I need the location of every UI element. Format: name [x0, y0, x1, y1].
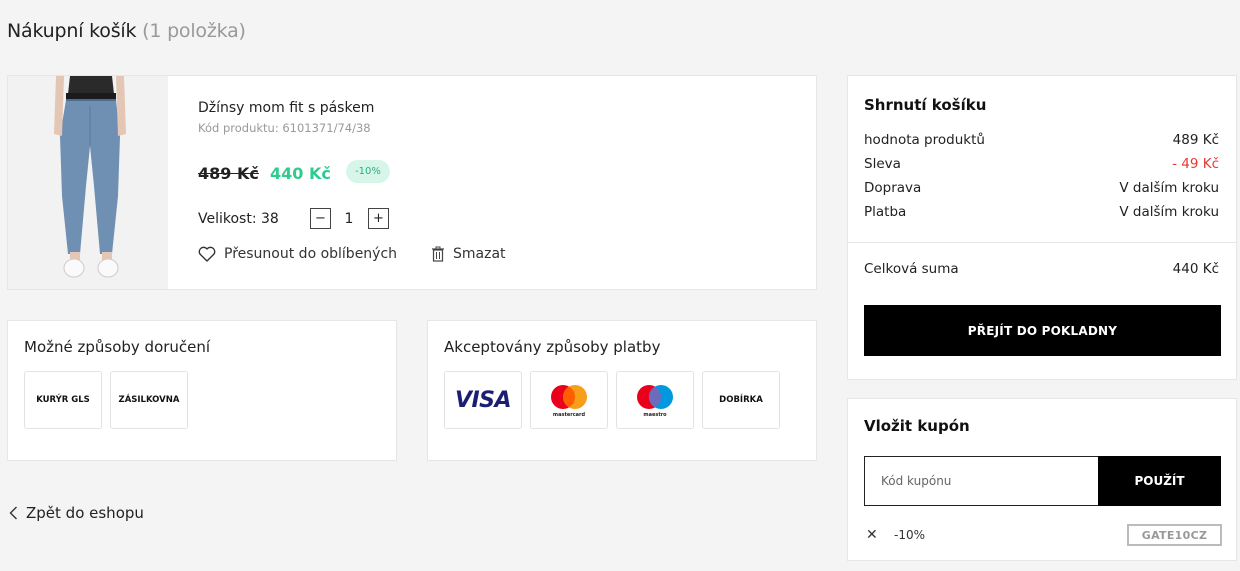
delivery-option-zasilkovna: ZÁSILKOVNA: [110, 371, 188, 429]
coupon-panel: Vložit kupón POUŽÍT ✕ -10% GATE10CZ: [847, 398, 1237, 561]
summary-label: Sleva: [864, 156, 901, 172]
summary-row-total: Celková suma 440 Kč: [864, 261, 1219, 277]
cart-title: Nákupní košík: [7, 20, 137, 42]
divider: [848, 242, 1236, 243]
back-to-shop-label: Zpět do eshopu: [26, 504, 144, 522]
original-price: 489 Kč: [198, 164, 259, 183]
summary-value: V dalším kroku: [1119, 180, 1219, 196]
back-to-shop-link[interactable]: Zpět do eshopu: [9, 504, 144, 522]
move-to-favorites-label: Přesunout do oblíbených: [224, 246, 398, 262]
applied-coupon-code: GATE10CZ: [1127, 524, 1222, 546]
quantity-increase-button[interactable]: +: [368, 208, 389, 229]
summary-row-products: hodnota produktů 489 Kč: [864, 132, 1219, 148]
cart-item-count: (1 položka): [142, 20, 246, 42]
summary-label: Platba: [864, 204, 907, 220]
move-to-favorites-button[interactable]: Přesunout do oblíbených: [198, 246, 397, 262]
product-code: Kód produktu: 6101371/74/38: [198, 121, 371, 135]
delivery-methods-panel: Možné způsoby doručení KURÝR GLS ZÁSILKO…: [7, 320, 397, 461]
summary-value: V dalším kroku: [1119, 204, 1219, 220]
discounted-price: 440 Kč: [270, 164, 331, 183]
chevron-left-icon: [9, 506, 17, 520]
delivery-methods-title: Možné způsoby doručení: [24, 338, 211, 356]
mastercard-logo: mastercard: [530, 371, 608, 429]
coupon-title: Vložit kupón: [864, 417, 970, 435]
cart-summary-title: Shrnutí košíku: [864, 96, 987, 114]
summary-label: Doprava: [864, 180, 922, 196]
heart-icon: [198, 246, 216, 262]
delete-item-button[interactable]: Smazat: [431, 246, 506, 262]
checkout-button[interactable]: PŘEJÍT DO POKLADNY: [864, 305, 1221, 356]
payment-methods-title: Akceptovány způsoby platby: [444, 338, 661, 356]
summary-row-discount: Sleva - 49 Kč: [864, 156, 1219, 172]
maestro-logo: maestro: [616, 371, 694, 429]
summary-label: hodnota produktů: [864, 132, 985, 148]
cash-on-delivery-badge: DOBÍRKA: [702, 371, 780, 429]
quantity-decrease-button[interactable]: −: [310, 208, 331, 229]
quantity-value: 1: [344, 211, 354, 227]
discount-badge: -10%: [346, 160, 390, 183]
maestro-text: maestro: [643, 412, 667, 418]
visa-logo: VISA: [444, 371, 522, 429]
mastercard-text: mastercard: [553, 412, 586, 418]
summary-row-shipping: Doprava V dalším kroku: [864, 180, 1219, 196]
cart-summary-panel: Shrnutí košíku hodnota produktů 489 Kč S…: [847, 75, 1237, 380]
product-name[interactable]: Džínsy mom fit s páskem: [198, 100, 374, 116]
applied-coupon-discount: -10%: [894, 528, 926, 542]
delete-label: Smazat: [453, 246, 506, 262]
delivery-option-gls: KURÝR GLS: [24, 371, 102, 429]
payment-methods-panel: Akceptovány způsoby platby VISA masterca…: [427, 320, 817, 461]
cart-item: Džínsy mom fit s páskem Kód produktu: 61…: [7, 75, 817, 290]
total-value: 440 Kč: [1172, 261, 1219, 277]
total-label: Celková suma: [864, 261, 959, 277]
size-label: Velikost: 38: [198, 211, 279, 227]
coupon-code-input[interactable]: [864, 456, 1099, 506]
visa-logo-label: VISA: [454, 387, 512, 413]
page-title: Nákupní košík (1 položka): [7, 20, 246, 42]
trash-icon: [432, 246, 444, 262]
apply-coupon-button[interactable]: POUŽÍT: [1098, 456, 1221, 506]
summary-row-payment: Platba V dalším kroku: [864, 204, 1219, 220]
summary-value: 489 Kč: [1172, 132, 1219, 148]
summary-value: - 49 Kč: [1172, 156, 1219, 172]
product-image[interactable]: [8, 76, 168, 289]
remove-coupon-button[interactable]: ✕: [866, 527, 878, 543]
